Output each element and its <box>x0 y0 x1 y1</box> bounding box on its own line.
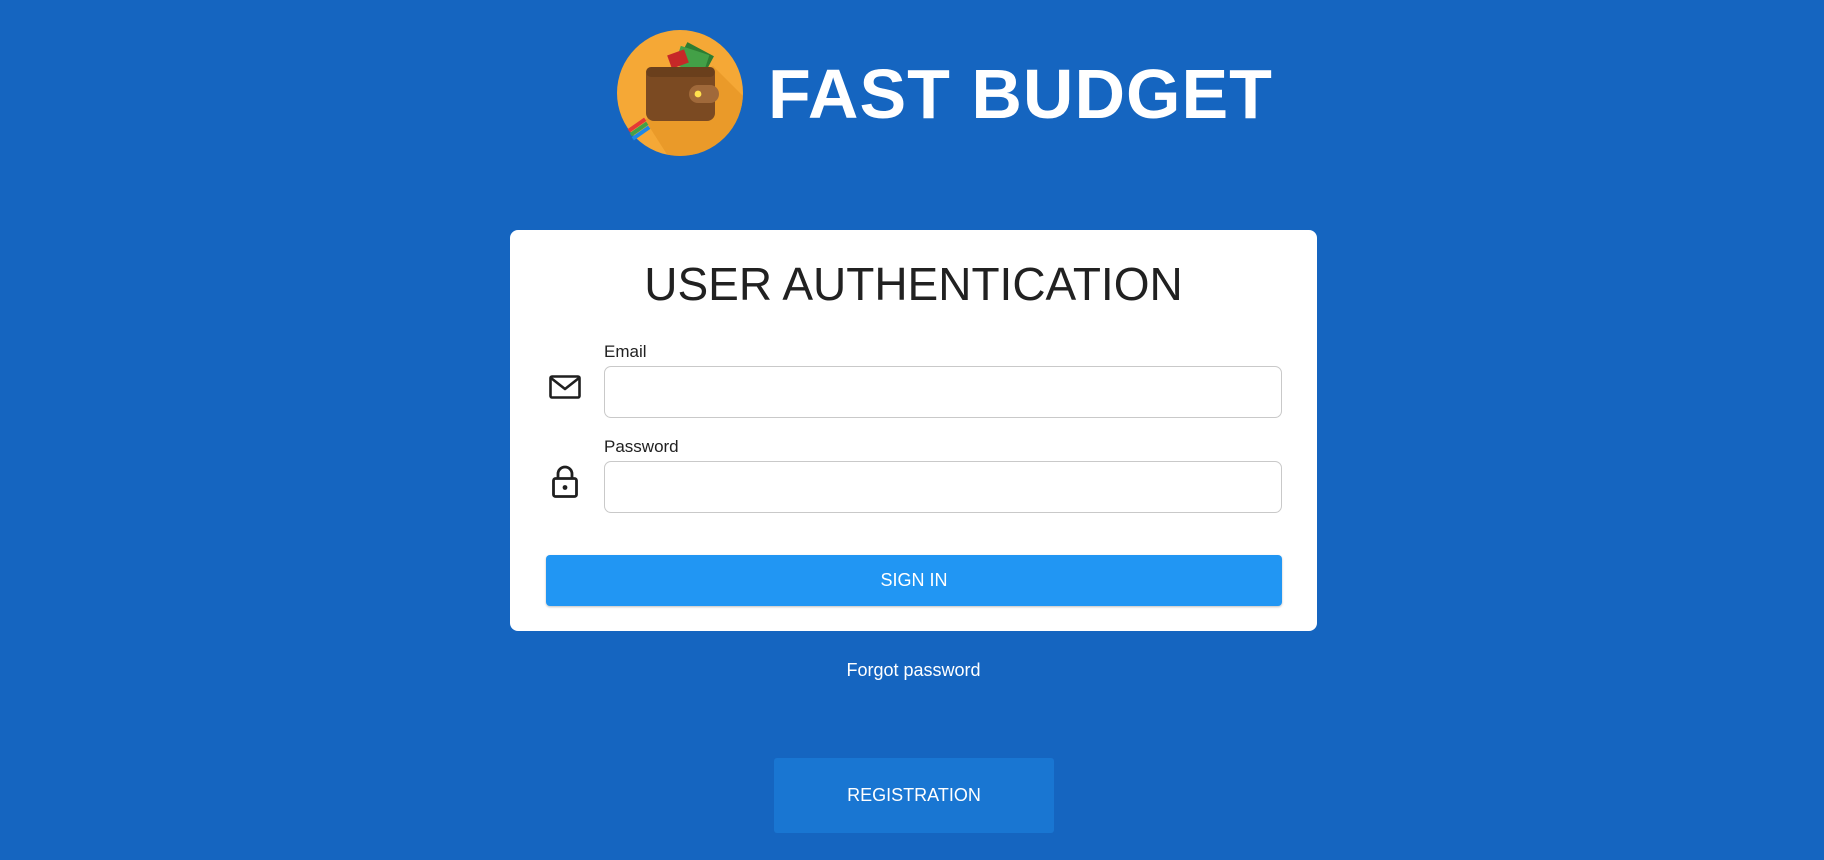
sign-in-button[interactable]: SIGN IN <box>546 555 1282 606</box>
mail-icon <box>549 375 581 399</box>
registration-button[interactable]: REGISTRATION <box>774 758 1054 833</box>
wallet-icon <box>617 30 743 156</box>
forgot-password-link[interactable]: Forgot password <box>0 659 1824 681</box>
app-header: FAST BUDGET <box>0 30 1824 156</box>
auth-card: USER AUTHENTICATION Email Password SIGN … <box>510 230 1317 631</box>
password-field[interactable] <box>604 461 1282 513</box>
password-label: Password <box>604 437 679 456</box>
email-label: Email <box>604 342 647 361</box>
app-title: FAST BUDGET <box>768 55 1273 133</box>
lock-icon <box>552 465 578 498</box>
email-field[interactable] <box>604 366 1282 418</box>
card-title: USER AUTHENTICATION <box>644 258 1183 310</box>
